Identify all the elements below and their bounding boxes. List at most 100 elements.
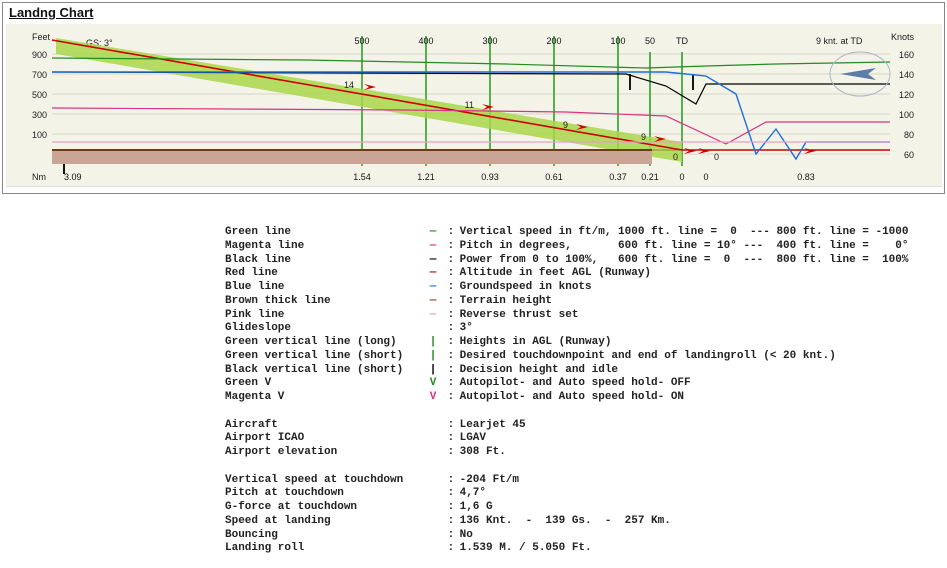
svg-text:50: 50 — [644, 36, 654, 46]
x-tick: 1.21 — [417, 172, 435, 182]
legend-label: Green vertical line (short) — [225, 350, 425, 364]
legend-row: Green VV : Autopilot- and Auto speed hol… — [225, 377, 947, 391]
svg-text:TD: TD — [676, 36, 688, 46]
svg-text:14: 14 — [343, 80, 353, 90]
legend-colon: : — [441, 487, 453, 501]
legend-row: Black line— : Power from 0 to 100%, 600 … — [225, 254, 947, 268]
legend-label: Airport elevation — [225, 446, 425, 460]
legend-colon: : — [441, 240, 453, 254]
yr-tick: 120 — [898, 90, 913, 100]
legend-colon: : — [441, 446, 453, 460]
legend-symbol: V — [425, 391, 441, 405]
svg-text:300: 300 — [482, 36, 497, 46]
svg-text:200: 200 — [546, 36, 561, 46]
legend-symbol: — — [425, 295, 441, 309]
legend-row: Airport ICAO : LGAV — [225, 432, 947, 446]
legend-desc: -204 Ft/m — [453, 474, 519, 488]
legend-colon: : — [441, 377, 453, 391]
legend-row: Magenta VV : Autopilot- and Auto speed h… — [225, 391, 947, 405]
legend-row: Pitch at touchdown : 4,7° — [225, 487, 947, 501]
svg-text:0: 0 — [714, 152, 719, 162]
legend-label: Black vertical line (short) — [225, 364, 425, 378]
x-tick: 1.54 — [353, 172, 371, 182]
legend-desc: Autopilot- and Auto speed hold- OFF — [453, 377, 691, 391]
x-label: Nm — [32, 172, 46, 182]
x-tick: 0.83 — [797, 172, 815, 182]
legend-symbol: — — [425, 267, 441, 281]
yl-tick: 500 — [32, 90, 47, 100]
legend-desc: Terrain height — [453, 295, 552, 309]
legend-label: Pink line — [225, 309, 425, 323]
legend-desc: Heights in AGL (Runway) — [453, 336, 611, 350]
legend-label: Pitch at touchdown — [225, 487, 425, 501]
legend-colon: : — [441, 391, 453, 405]
legend-symbol: V — [425, 377, 441, 391]
legend-row: Vertical speed at touchdown : -204 Ft/m — [225, 474, 947, 488]
legend-label: Aircraft — [225, 419, 425, 433]
legend-row: Blue line— : Groundspeed in knots — [225, 281, 947, 295]
legend-row: Red line— : Altitude in feet AGL (Runway… — [225, 267, 947, 281]
legend-desc: Pitch in degrees, 600 ft. line = 10° ---… — [453, 240, 908, 254]
legend-symbol — [425, 529, 441, 543]
td-label: 9 knt. at TD — [816, 36, 863, 46]
legend-desc: Reverse thrust set — [453, 309, 578, 323]
legend-colon: : — [441, 432, 453, 446]
legend-row: Bouncing : No — [225, 529, 947, 543]
legend-row: Aircraft : Learjet 45 — [225, 419, 947, 433]
legend-desc: 4,7° — [453, 487, 486, 501]
legend-desc: Altitude in feet AGL (Runway) — [453, 267, 651, 281]
legend-label: G-force at touchdown — [225, 501, 425, 515]
legend-label: Green vertical line (long) — [225, 336, 425, 350]
legend-colon: : — [441, 226, 453, 240]
svg-text:9: 9 — [562, 120, 567, 130]
svg-text:11: 11 — [464, 100, 473, 110]
legend-symbol — [425, 322, 441, 336]
legend-desc: 3° — [453, 322, 473, 336]
legend-symbol — [425, 446, 441, 460]
legend-symbol: | — [425, 336, 441, 350]
legend-colon: : — [441, 309, 453, 323]
legend-colon: : — [441, 350, 453, 364]
legend-desc: 1,6 G — [453, 501, 493, 515]
legend-desc: Autopilot- and Auto speed hold- ON — [453, 391, 684, 405]
legend-colon: : — [441, 267, 453, 281]
legend-row: Pink line— : Reverse thrust set — [225, 309, 947, 323]
legend-symbol: — — [425, 281, 441, 295]
panel-title: Landng Chart — [3, 3, 944, 22]
legend-colon: : — [441, 474, 453, 488]
legend-row: Landing roll : 1.539 M. / 5.050 Ft. — [225, 542, 947, 556]
legend-desc: Decision height and idle — [453, 364, 618, 378]
svg-text:500: 500 — [354, 36, 369, 46]
yl-tick: 700 — [32, 70, 47, 80]
legend-label: Bouncing — [225, 529, 425, 543]
legend-row: Brown thick line— : Terrain height — [225, 295, 947, 309]
yr-tick: 60 — [903, 150, 913, 160]
legend-row: Green vertical line (long)| : Heights in… — [225, 336, 947, 350]
legend-desc: LGAV — [453, 432, 486, 446]
legend-row: Black vertical line (short)| : Decision … — [225, 364, 947, 378]
legend-desc: Desired touchdownpoint and end of landin… — [453, 350, 836, 364]
legend-colon: : — [441, 254, 453, 268]
svg-text:9: 9 — [640, 132, 645, 142]
legend-label: Green line — [225, 226, 425, 240]
legend-desc: No — [453, 529, 473, 543]
legend-symbol: — — [425, 226, 441, 240]
legend-label: Blue line — [225, 281, 425, 295]
legend-colon: : — [441, 529, 453, 543]
landing-chart: Feet 900 700 500 300 100 Knots 160 140 1… — [6, 24, 942, 187]
legend-symbol — [425, 487, 441, 501]
legend-desc: 1.539 M. / 5.050 Ft. — [453, 542, 592, 556]
svg-text:400: 400 — [418, 36, 433, 46]
x-tick: 0.37 — [609, 172, 627, 182]
yl-tick: 900 — [32, 50, 47, 60]
svg-text:100: 100 — [610, 36, 625, 46]
landing-chart-panel: Landng Chart Feet 900 700 500 300 100 Kn… — [2, 2, 945, 194]
legend-label: Green V — [225, 377, 425, 391]
svg-text:0: 0 — [672, 152, 677, 162]
yr-tick: 80 — [903, 130, 913, 140]
chart-svg: Feet 900 700 500 300 100 Knots 160 140 1… — [6, 24, 942, 186]
legend-symbol — [425, 419, 441, 433]
legend-symbol — [425, 501, 441, 515]
legend-row: Magenta line— : Pitch in degrees, 600 ft… — [225, 240, 947, 254]
yr-tick: 140 — [898, 70, 913, 80]
